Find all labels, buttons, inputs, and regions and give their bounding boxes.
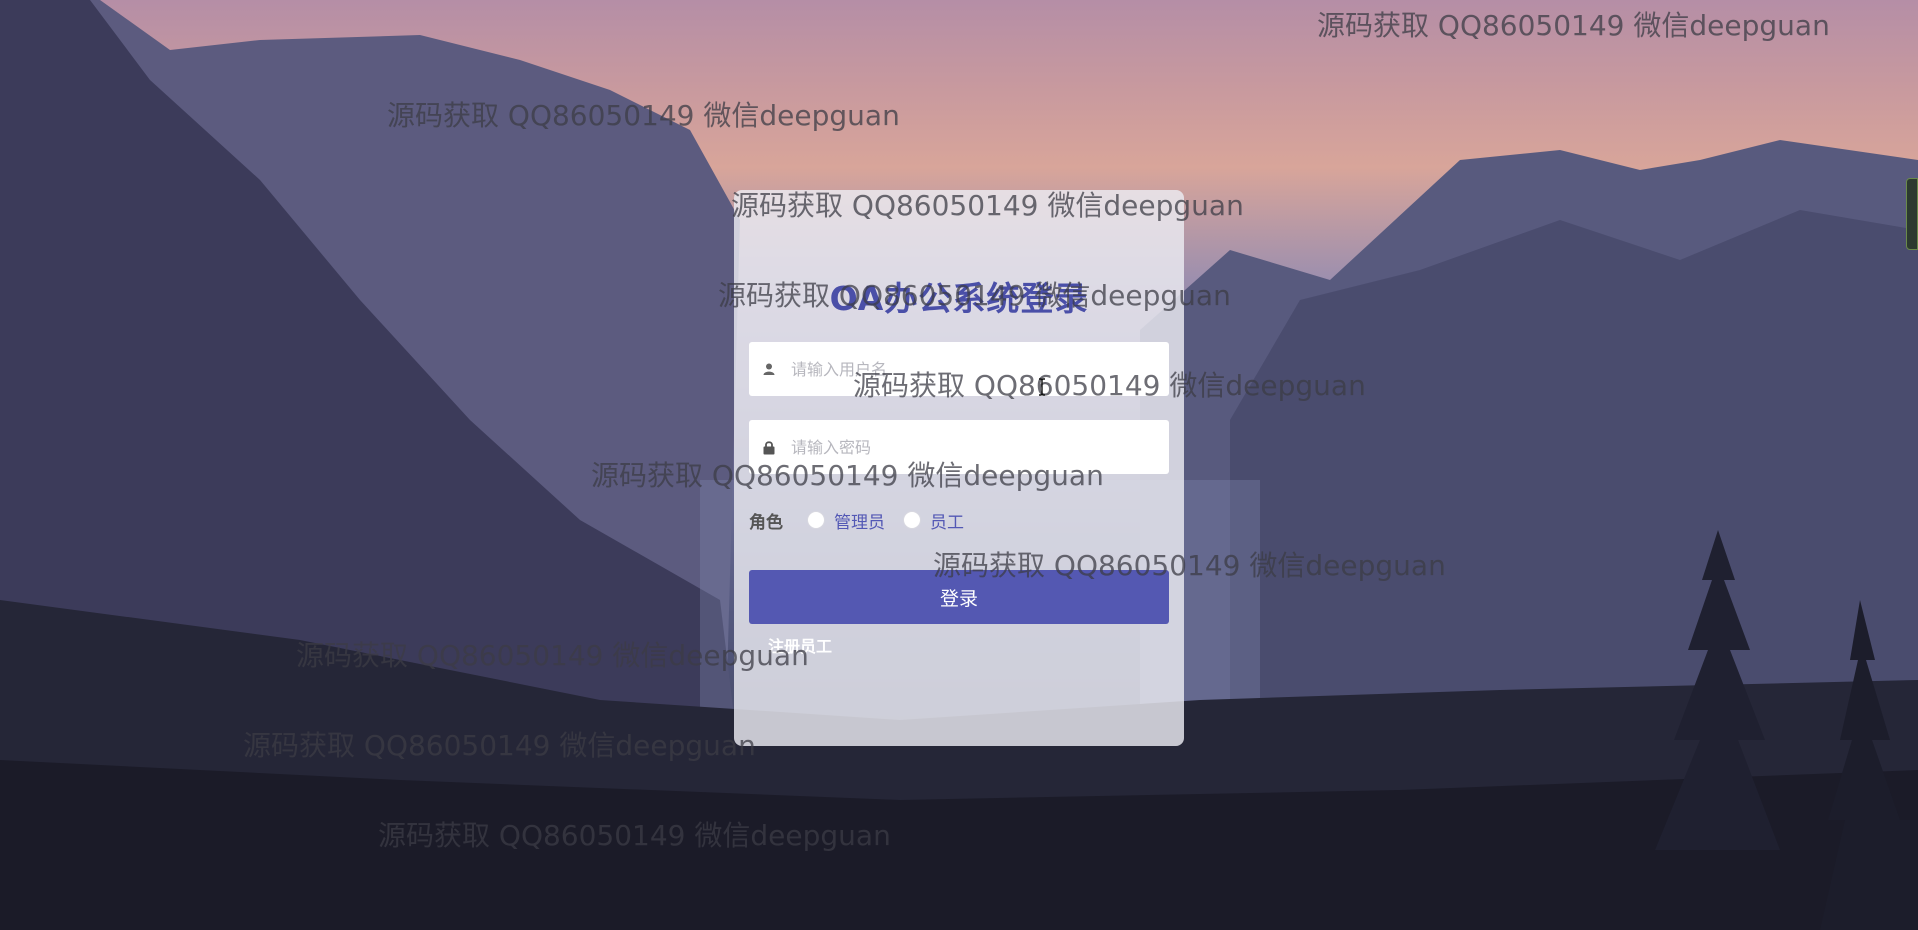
role-employee-option[interactable]: 员工 xyxy=(903,508,964,533)
role-label: 角色 xyxy=(749,512,783,533)
password-input[interactable] xyxy=(789,436,1153,458)
login-button[interactable]: 登录 xyxy=(749,570,1169,624)
username-input[interactable] xyxy=(789,358,1153,380)
role-employee-radio[interactable] xyxy=(903,511,921,529)
username-field[interactable] xyxy=(749,342,1169,396)
lock-icon xyxy=(749,440,789,455)
role-selector: 角色 管理员 员工 xyxy=(749,508,982,533)
role-admin-radio[interactable] xyxy=(807,511,825,529)
register-employee-link[interactable]: 注册员工 xyxy=(768,633,832,657)
login-title: OA办公系统登录 xyxy=(829,279,1089,318)
user-icon xyxy=(749,363,789,375)
side-scroll-handle[interactable] xyxy=(1906,178,1918,250)
role-admin-option[interactable]: 管理员 xyxy=(807,508,885,533)
role-admin-label: 管理员 xyxy=(834,512,885,533)
role-employee-label: 员工 xyxy=(930,512,964,533)
password-field[interactable] xyxy=(749,420,1169,474)
login-panel: OA办公系统登录 角色 管理员 员工 登录 注册员工 xyxy=(734,190,1184,746)
